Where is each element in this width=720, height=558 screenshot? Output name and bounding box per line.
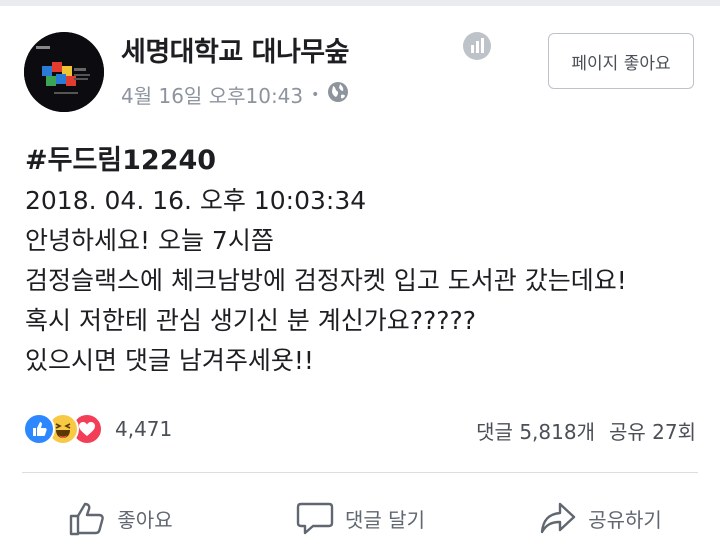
post-body: #두드림12240 2018. 04. 16. 오후 10:03:34 안녕하세… [25, 141, 705, 381]
share-label: 공유하기 [588, 507, 662, 532]
post-line: 혹시 저한테 관심 생기신 분 계신가요????? [25, 306, 477, 335]
share-button[interactable]: 공유하기 [480, 486, 720, 550]
like-button[interactable]: 좋아요 [0, 486, 240, 550]
post-hashtag[interactable]: #두드림12240 [25, 141, 705, 181]
bar-chart-icon[interactable] [462, 31, 492, 61]
share-arrow-icon [538, 498, 578, 538]
reaction-summary[interactable]: 4,471 [23, 412, 172, 446]
share-count[interactable]: 공유 27회 [609, 416, 696, 445]
reaction-count: 4,471 [115, 417, 173, 441]
page-name[interactable]: 세명대학교 대나무숲 [121, 30, 349, 69]
post-line: 있으시면 댓글 남겨주세욧!! [25, 346, 314, 375]
like-reaction-icon [23, 413, 55, 445]
like-page-button[interactable]: 페이지 좋아요 [548, 33, 694, 89]
action-bar: 좋아요 댓글 달기 공유하기 [0, 486, 720, 550]
post-line: 검정슬랙스에 체크남방에 검정자켓 입고 도서관 갔는데요! [25, 266, 627, 295]
post-card: 세명대학교 대나무숲 4월 16일 오후10:43 • 페이지 좋아요 #두드림… [0, 0, 720, 558]
post-timestamp[interactable]: 4월 16일 오후10:43 [121, 80, 303, 109]
globe-icon[interactable] [327, 81, 349, 108]
engagement-stats: 댓글 5,818개 공유 27회 [476, 416, 696, 445]
comment-label: 댓글 달기 [345, 507, 425, 532]
comment-button[interactable]: 댓글 달기 [240, 486, 480, 550]
post-line: 2018. 04. 16. 오후 10:03:34 [25, 186, 367, 215]
thumbs-up-icon [67, 498, 107, 538]
page-avatar[interactable] [24, 32, 104, 112]
comment-bubble-icon [295, 498, 335, 538]
post-line: 안녕하세요! 오늘 7시쯤 [25, 226, 274, 255]
comment-count[interactable]: 댓글 5,818개 [476, 416, 595, 445]
meta-separator: • [311, 86, 320, 103]
like-label: 좋아요 [117, 507, 173, 532]
divider [22, 472, 698, 473]
post-meta: 4월 16일 오후10:43 • [121, 80, 349, 109]
